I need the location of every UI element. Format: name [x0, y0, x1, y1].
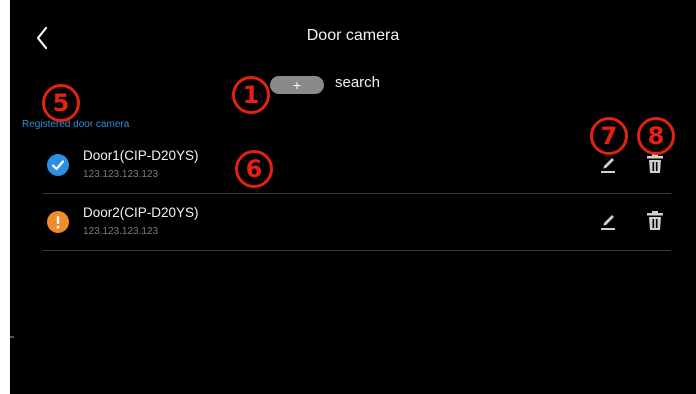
annotation-marker-6: 6 — [235, 150, 273, 188]
search-label[interactable]: search — [335, 74, 380, 91]
device-row[interactable]: Door1(CIP-D20YS) 123.123.123.123 — [43, 137, 671, 194]
section-label-registered: Registered door camera — [22, 119, 130, 130]
add-search-button[interactable]: + — [270, 76, 324, 94]
check-circle-icon — [47, 154, 69, 176]
pencil-icon — [601, 215, 615, 230]
annotation-marker-7: 7 — [590, 117, 628, 155]
door-camera-screen: Door camera + search Registered door cam… — [10, 0, 696, 394]
trash-icon — [647, 154, 663, 173]
device-ip: 123.123.123.123 — [83, 169, 159, 180]
device-name: Door2(CIP-D20YS) — [83, 205, 199, 220]
annotation-marker-1: 1 — [232, 76, 270, 114]
annotation-marker-5: 5 — [42, 84, 80, 122]
edit-button[interactable] — [598, 210, 618, 232]
delete-button[interactable] — [645, 153, 665, 175]
device-name: Door1(CIP-D20YS) — [83, 148, 199, 163]
delete-button[interactable] — [645, 210, 665, 232]
edit-button[interactable] — [598, 153, 618, 175]
edge-divider — [10, 336, 14, 338]
pencil-icon — [601, 158, 615, 173]
device-ip: 123.123.123.123 — [83, 226, 159, 237]
trash-icon — [647, 211, 663, 230]
exclamation-circle-icon — [47, 211, 69, 233]
device-list: Door1(CIP-D20YS) 123.123.123.123 Door2(C… — [43, 137, 671, 251]
annotation-marker-8: 8 — [637, 117, 675, 155]
page-title: Door camera — [306, 27, 400, 44]
device-row[interactable]: Door2(CIP-D20YS) 123.123.123.123 — [43, 194, 671, 251]
